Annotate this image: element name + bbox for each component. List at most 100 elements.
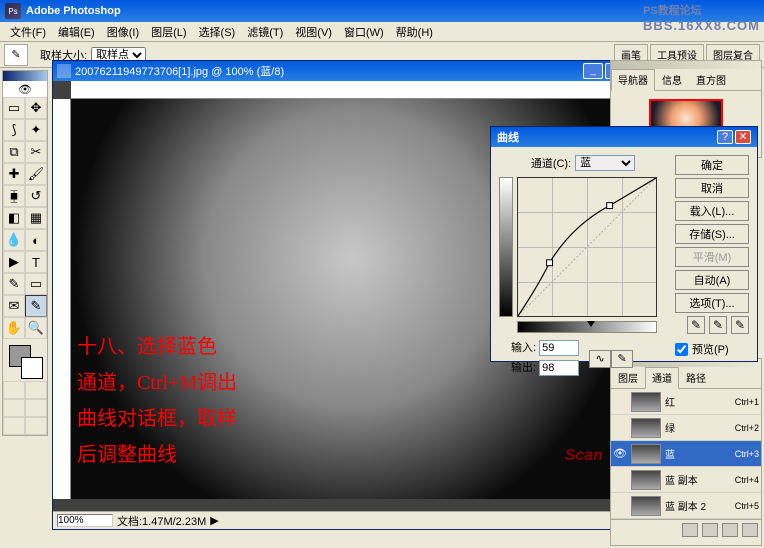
menu-layer[interactable]: 图层(L) xyxy=(145,22,192,42)
scan-logo: Scan xyxy=(565,447,603,465)
auto-button[interactable]: 自动(A) xyxy=(675,270,749,290)
tab-info[interactable]: 信息 xyxy=(655,69,689,90)
dodge-tool[interactable]: ◐ xyxy=(25,229,47,251)
status-arrow-icon[interactable]: ▶ xyxy=(210,514,218,527)
options-button[interactable]: 选项(T)... xyxy=(675,293,749,313)
marquee-tool[interactable]: ▭ xyxy=(3,97,25,119)
photoshop-logo-icon: 👁 xyxy=(3,81,47,97)
input-value[interactable] xyxy=(539,340,579,356)
help-icon[interactable]: ? xyxy=(717,130,733,144)
app-titlebar: Ps Adobe Photoshop xyxy=(0,0,764,22)
current-tool-icon[interactable]: ✎ xyxy=(4,44,28,66)
channel-row-blue-copy2[interactable]: 蓝 副本 2Ctrl+5 xyxy=(611,493,761,519)
shape-tool[interactable]: ▭ xyxy=(25,273,47,295)
preview-label: 预览(P) xyxy=(692,341,729,357)
tab-navigator[interactable]: 导航器 xyxy=(611,69,655,91)
menu-window[interactable]: 窗口(W) xyxy=(338,22,390,42)
curves-grid[interactable] xyxy=(517,177,657,317)
pencil-mode-icon[interactable]: ✎ xyxy=(611,350,633,368)
curves-title: 曲线 xyxy=(497,129,717,145)
lasso-tool[interactable]: ⟆ xyxy=(3,119,25,141)
tab-histogram[interactable]: 直方图 xyxy=(689,69,733,90)
gradient-tool[interactable]: ▦ xyxy=(25,207,47,229)
menu-select[interactable]: 选择(S) xyxy=(193,22,242,42)
status-bar: 文档:1.47M/2.23M ▶ xyxy=(53,511,651,529)
crop-tool[interactable]: ⧉ xyxy=(3,141,25,163)
menu-view[interactable]: 视图(V) xyxy=(289,22,338,42)
channel-thumb xyxy=(631,496,661,516)
brush-tool[interactable]: 🖌 xyxy=(25,163,47,185)
channel-row-red[interactable]: 红Ctrl+1 xyxy=(611,389,761,415)
input-gradient[interactable] xyxy=(517,321,657,333)
minimize-button[interactable]: _ xyxy=(583,63,603,79)
curves-titlebar[interactable]: 曲线 ? ✕ xyxy=(491,127,757,147)
clone-stamp-tool[interactable]: ⧯ xyxy=(3,185,25,207)
screen-mode-1[interactable] xyxy=(3,399,25,417)
document-titlebar[interactable]: 20076211949773706[1].jpg @ 100% (蓝/8) _ … xyxy=(53,61,651,81)
smooth-button: 平滑(M) xyxy=(675,247,749,267)
menu-edit[interactable]: 编辑(E) xyxy=(52,22,101,42)
screen-mode-2[interactable] xyxy=(25,399,47,417)
navigator-panel-header[interactable] xyxy=(611,61,761,69)
notes-tool[interactable]: ✉ xyxy=(3,295,25,317)
color-picker[interactable] xyxy=(3,339,47,381)
visibility-icon[interactable]: 👁 xyxy=(613,447,627,460)
zoom-input[interactable] xyxy=(57,514,113,527)
output-value[interactable] xyxy=(539,360,579,376)
move-tool[interactable]: ✥ xyxy=(25,97,47,119)
ok-button[interactable]: 确定 xyxy=(675,155,749,175)
ruler-vertical[interactable] xyxy=(53,99,71,499)
blur-tool[interactable]: 💧 xyxy=(3,229,25,251)
photoshop-icon: Ps xyxy=(5,3,21,19)
load-selection-icon[interactable] xyxy=(682,523,698,537)
menu-help[interactable]: 帮助(H) xyxy=(390,22,439,42)
gray-eyedropper-icon[interactable]: ✎ xyxy=(709,316,727,334)
history-brush-tool[interactable]: ↺ xyxy=(25,185,47,207)
standard-mode[interactable] xyxy=(3,381,25,399)
healing-brush-tool[interactable]: ✚ xyxy=(3,163,25,185)
preview-checkbox[interactable] xyxy=(675,343,688,356)
jump-to[interactable] xyxy=(25,417,47,435)
dialog-close-icon[interactable]: ✕ xyxy=(735,130,751,144)
app-title: Adobe Photoshop xyxy=(26,5,759,17)
cancel-button[interactable]: 取消 xyxy=(675,178,749,198)
channel-row-green[interactable]: 绿Ctrl+2 xyxy=(611,415,761,441)
screen-mode-3[interactable] xyxy=(3,417,25,435)
magic-wand-tool[interactable]: ✦ xyxy=(25,119,47,141)
channel-thumb xyxy=(631,470,661,490)
eraser-tool[interactable]: ◧ xyxy=(3,207,25,229)
slice-tool[interactable]: ✂ xyxy=(25,141,47,163)
load-button[interactable]: 载入(L)... xyxy=(675,201,749,221)
annotation-text: 十八、选择蓝色 通道，Ctrl+M调出 曲线对话框，取样 后调整曲线 xyxy=(77,329,237,473)
background-color[interactable] xyxy=(21,357,43,379)
channel-row-blue[interactable]: 👁蓝Ctrl+3 xyxy=(611,441,761,467)
eyedropper-tool[interactable]: ✎ xyxy=(25,295,47,317)
toolbox: 👁 ▭ ✥ ⟆ ✦ ⧉ ✂ ✚ 🖌 ⧯ ↺ ◧ ▦ 💧 ◐ ▶ T ✎ ▭ ✉ … xyxy=(2,70,48,436)
menubar: 文件(F) 编辑(E) 图像(I) 图层(L) 选择(S) 滤镜(T) 视图(V… xyxy=(0,22,764,42)
channels-panel: 图层 通道 路径 红Ctrl+1 绿Ctrl+2 👁蓝Ctrl+3 蓝 副本Ct… xyxy=(610,358,762,546)
save-button[interactable]: 存储(S)... xyxy=(675,224,749,244)
menu-filter[interactable]: 滤镜(T) xyxy=(241,22,289,42)
quickmask-mode[interactable] xyxy=(25,381,47,399)
filesize-label: 文档:1.47M/2.23M xyxy=(117,513,206,529)
zoom-tool[interactable]: 🔍 xyxy=(25,317,47,339)
channel-thumb xyxy=(631,418,661,438)
new-channel-icon[interactable] xyxy=(722,523,738,537)
toolbox-header[interactable] xyxy=(3,71,47,81)
menu-image[interactable]: 图像(I) xyxy=(101,22,145,42)
channel-select[interactable]: 蓝 xyxy=(575,155,635,171)
channel-row-blue-copy[interactable]: 蓝 副本Ctrl+4 xyxy=(611,467,761,493)
delete-channel-icon[interactable] xyxy=(742,523,758,537)
type-tool[interactable]: T xyxy=(25,251,47,273)
curve-line[interactable] xyxy=(518,178,656,316)
hand-tool[interactable]: ✋ xyxy=(3,317,25,339)
white-eyedropper-icon[interactable]: ✎ xyxy=(731,316,749,334)
path-selection-tool[interactable]: ▶ xyxy=(3,251,25,273)
channel-thumb xyxy=(631,392,661,412)
menu-file[interactable]: 文件(F) xyxy=(4,22,52,42)
black-eyedropper-icon[interactable]: ✎ xyxy=(687,316,705,334)
pen-tool[interactable]: ✎ xyxy=(3,273,25,295)
curve-mode-icon[interactable]: ∿ xyxy=(589,350,611,368)
ruler-horizontal[interactable] xyxy=(71,81,633,99)
save-selection-icon[interactable] xyxy=(702,523,718,537)
